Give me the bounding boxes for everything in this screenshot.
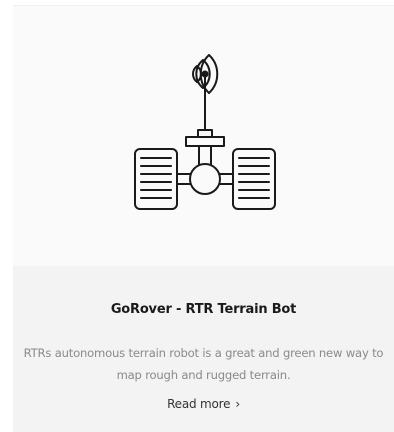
terrain-rover-robot-icon xyxy=(134,54,276,210)
chevron-right-icon: › xyxy=(235,397,240,411)
card-title: GoRover - RTR Terrain Bot xyxy=(110,302,297,317)
product-card: GoRover - RTR Terrain Bot RTRs autonomou… xyxy=(13,6,394,432)
page: GoRover - RTR Terrain Bot RTRs autonomou… xyxy=(0,0,394,432)
card-body: GoRover - RTR Terrain Bot RTRs autonomou… xyxy=(13,266,394,432)
read-more-link[interactable]: Read more › xyxy=(13,396,394,412)
card-image xyxy=(13,6,394,266)
read-more-label: Read more xyxy=(167,397,231,411)
card-description: RTRs autonomous terrain robot is a great… xyxy=(23,346,384,382)
